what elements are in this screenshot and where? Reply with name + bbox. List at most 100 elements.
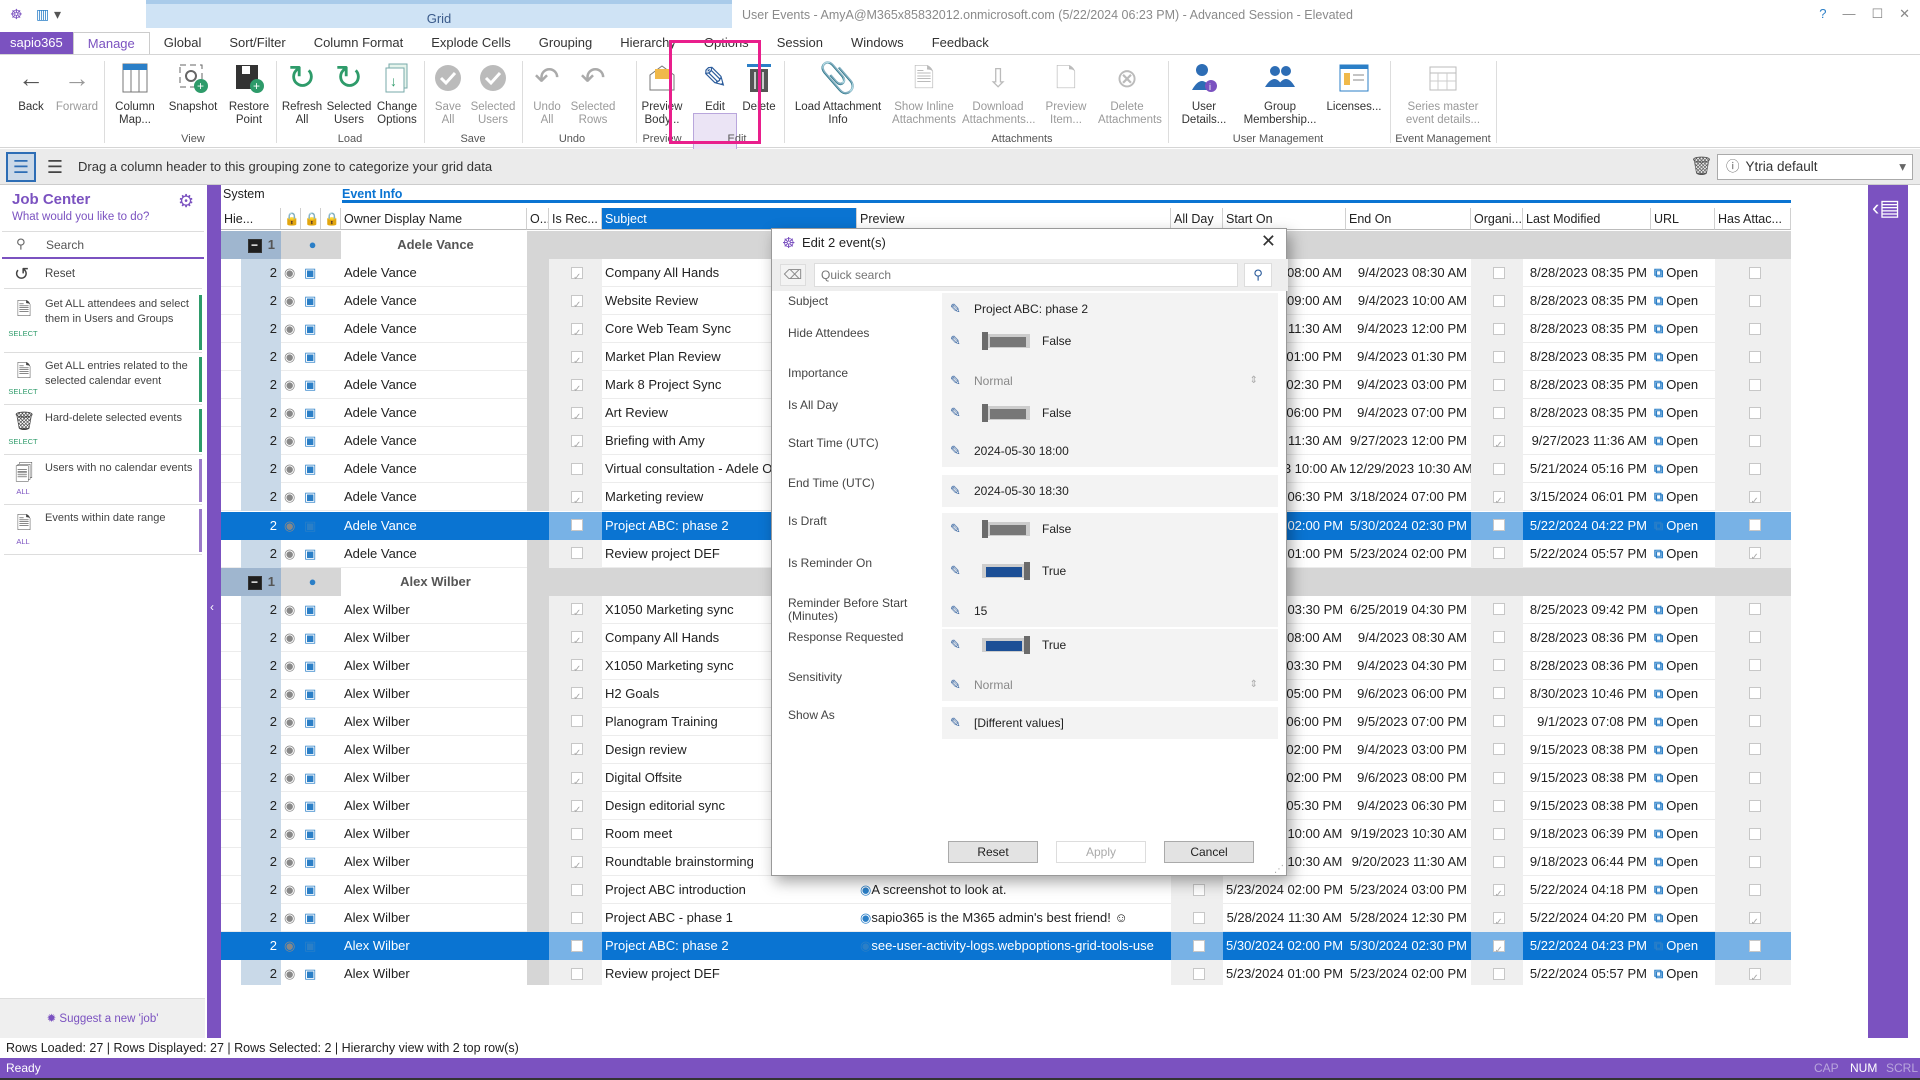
column-header-mod[interactable]: Last Modified — [1523, 208, 1651, 230]
toggle-switch[interactable] — [982, 404, 1030, 422]
is-recurring-checkbox[interactable] — [571, 656, 583, 680]
has-attachments-checkbox[interactable] — [1748, 406, 1761, 419]
organizer-checkbox[interactable] — [1492, 827, 1505, 840]
has-attachments-checkbox[interactable] — [1748, 631, 1761, 644]
open-link[interactable]: Open — [1666, 602, 1698, 617]
property-value-field[interactable]: ✎ True — [942, 555, 1278, 599]
job-item[interactable]: 🗎 SELECT Get ALL attendees and select the… — [4, 293, 202, 353]
organizer-checkbox[interactable] — [1492, 266, 1505, 279]
collapse-toggle[interactable]: − — [247, 239, 262, 253]
clipboard-icon[interactable]: ‹▤ — [1872, 195, 1900, 221]
pencil-icon[interactable]: ✎ — [950, 293, 961, 325]
download-attachments-button[interactable]: ⇩ Download Attachments... — [962, 59, 1036, 127]
is-recurring-checkbox[interactable] — [571, 715, 583, 728]
has-attachments-checkbox[interactable] — [1748, 378, 1761, 391]
open-link[interactable]: Open — [1666, 770, 1698, 785]
organizer-checkbox[interactable] — [1492, 855, 1505, 868]
organizer-checkbox[interactable] — [1492, 488, 1505, 511]
has-attachments-checkbox[interactable] — [1748, 855, 1761, 868]
column-header-o[interactable]: O... — [527, 208, 549, 230]
organizer-checkbox[interactable] — [1492, 909, 1505, 932]
undo-selected-rows-button[interactable]: ↶ Selected Rows — [570, 59, 616, 127]
user-details-button[interactable]: i User Details... — [1172, 59, 1236, 127]
all-day-checkbox[interactable] — [1192, 967, 1205, 980]
snapshot-button[interactable]: + Snapshot — [164, 59, 222, 114]
has-attachments-checkbox[interactable] — [1748, 603, 1761, 616]
pencil-icon[interactable]: ✎ — [950, 325, 961, 357]
all-day-checkbox[interactable] — [1192, 911, 1205, 924]
property-value-field[interactable]: ✎ False — [942, 513, 1278, 557]
property-value-field[interactable]: ✎ Normal ⇕ — [942, 365, 1278, 397]
organizer-checkbox[interactable] — [1492, 743, 1505, 756]
has-attachments-checkbox[interactable] — [1748, 434, 1761, 447]
preview-body-button[interactable]: Preview Body... — [638, 59, 686, 127]
is-recurring-checkbox[interactable] — [571, 376, 583, 399]
quick-access-dropdown-icon[interactable]: ▾ — [54, 6, 61, 23]
has-attachments-checkbox[interactable] — [1748, 350, 1761, 363]
open-link[interactable]: Open — [1666, 377, 1698, 392]
spinner-icon[interactable]: ⇕ — [1250, 365, 1258, 397]
property-value-field[interactable]: ✎ True — [942, 629, 1278, 673]
open-link[interactable]: Open — [1666, 349, 1698, 364]
open-link[interactable]: Open — [1666, 686, 1698, 701]
column-header-lock[interactable]: 🔒 — [301, 208, 321, 230]
property-value-field[interactable]: ✎ 2024-05-30 18:30 — [942, 475, 1278, 507]
open-link[interactable]: Open — [1666, 321, 1698, 336]
pencil-icon[interactable]: ✎ — [950, 669, 961, 701]
quick-search-input[interactable] — [814, 263, 1238, 287]
is-recurring-checkbox[interactable] — [571, 883, 583, 896]
resize-grip-icon[interactable]: ⋰ — [1274, 864, 1284, 875]
right-panel-strip[interactable]: ‹▤ — [1868, 185, 1908, 1038]
open-link[interactable]: Open — [1666, 489, 1698, 504]
organizer-checkbox[interactable] — [1492, 631, 1505, 644]
tab-session[interactable]: Session — [763, 32, 837, 54]
open-link[interactable]: Open — [1666, 966, 1698, 981]
open-link[interactable]: Open — [1666, 938, 1698, 953]
maximize-button[interactable]: ☐ — [1871, 6, 1883, 22]
column-header-lock[interactable]: 🔒 — [281, 208, 301, 230]
has-attachments-checkbox[interactable] — [1748, 519, 1761, 532]
tab-app-sapio365[interactable]: sapio365 — [0, 32, 73, 54]
tab-sort-filter[interactable]: Sort/Filter — [215, 32, 299, 54]
is-recurring-checkbox[interactable] — [571, 797, 583, 820]
is-recurring-checkbox[interactable] — [571, 432, 583, 455]
open-link[interactable]: Open — [1666, 714, 1698, 729]
organizer-checkbox[interactable] — [1492, 687, 1505, 700]
help-icon[interactable]: ? — [1819, 6, 1826, 22]
organizer-checkbox[interactable] — [1492, 294, 1505, 307]
has-attachments-checkbox[interactable] — [1748, 659, 1761, 672]
job-search-input[interactable]: ⚲ Search — [2, 231, 204, 259]
open-link[interactable]: Open — [1666, 798, 1698, 813]
spinner-icon[interactable]: ⇕ — [1250, 669, 1258, 701]
open-link[interactable]: Open — [1666, 826, 1698, 841]
tab-windows[interactable]: Windows — [837, 32, 918, 54]
delete-view-icon[interactable]: 🗑 — [1690, 156, 1713, 177]
eye-icon[interactable]: ◉ — [860, 882, 871, 897]
open-link[interactable]: Open — [1666, 910, 1698, 925]
organizer-checkbox[interactable] — [1492, 771, 1505, 784]
toggle-switch[interactable] — [982, 520, 1030, 538]
preview-item-button[interactable]: 🗋 Preview Item... — [1036, 59, 1096, 127]
is-recurring-checkbox[interactable] — [571, 348, 583, 371]
job-item[interactable]: 🗎 SELECT Get ALL entries related to the s… — [4, 355, 202, 405]
has-attachments-checkbox[interactable] — [1748, 939, 1761, 952]
is-recurring-checkbox[interactable] — [571, 911, 583, 924]
organizer-checkbox[interactable] — [1492, 406, 1505, 419]
has-attachments-checkbox[interactable] — [1748, 965, 1761, 985]
toggle-switch[interactable] — [982, 332, 1030, 350]
pencil-icon[interactable]: ✎ — [950, 707, 961, 739]
open-link[interactable]: Open — [1666, 265, 1698, 280]
collapse-left-icon[interactable]: ‹ — [210, 600, 214, 614]
pencil-icon[interactable]: ✎ — [950, 475, 961, 507]
table-row[interactable]: 2 ◉ ▣ Alex Wilber Project ABC: phase 2 ◉see-u… — [221, 932, 1791, 961]
quick-access-icon[interactable]: ▥ — [36, 6, 49, 23]
is-recurring-checkbox[interactable] — [571, 462, 583, 475]
has-attachments-checkbox[interactable] — [1748, 771, 1761, 784]
job-reset-button[interactable]: ↺ Reset — [4, 261, 202, 289]
series-master-button[interactable]: Series master event details... — [1394, 59, 1492, 127]
organizer-checkbox[interactable] — [1492, 378, 1505, 391]
eye-icon[interactable]: ◉ — [860, 938, 871, 953]
apply-button[interactable]: Apply — [1056, 841, 1146, 863]
licenses-button[interactable]: Licenses... — [1324, 59, 1384, 114]
open-link[interactable]: Open — [1666, 882, 1698, 897]
